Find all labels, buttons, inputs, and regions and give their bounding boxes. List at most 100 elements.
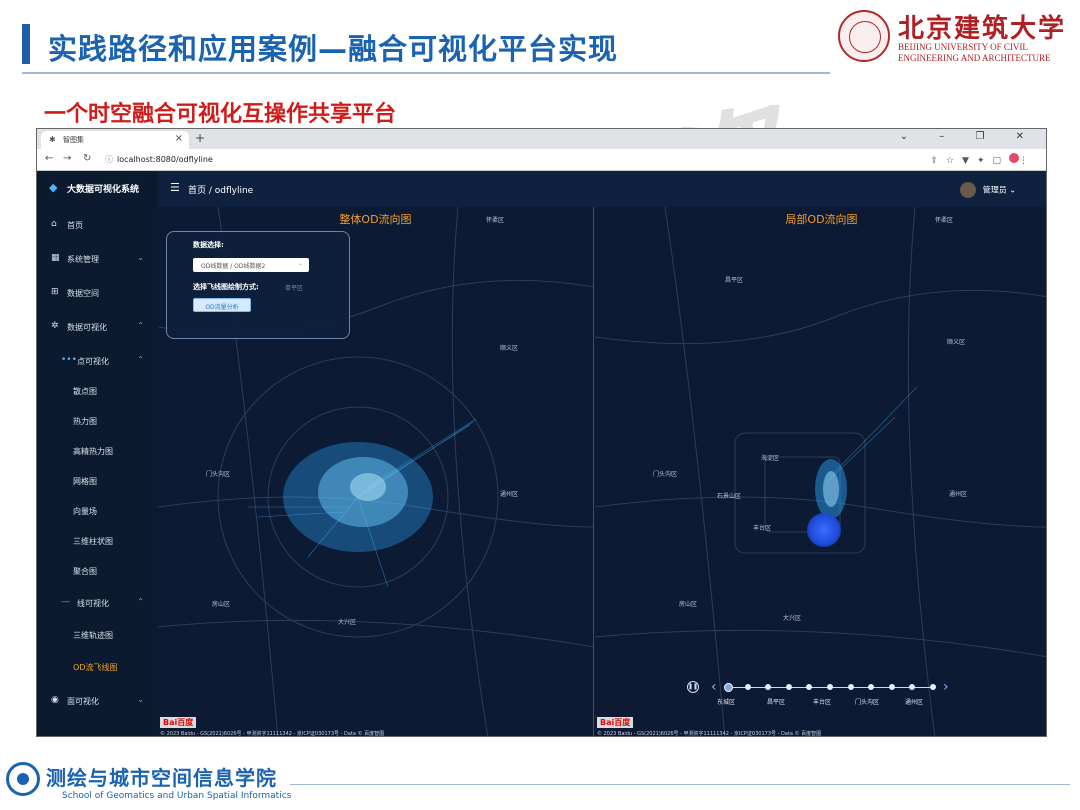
profile-avatar[interactable] xyxy=(1009,153,1019,163)
map-local-od[interactable]: 局部OD流向图 怀柔区 昌平区 顺义区 海淀区 门头沟区 石景山区 通州区 丰台… xyxy=(595,207,1046,736)
university-name-en-2: ENGINEERING AND ARCHITECTURE xyxy=(898,53,1051,63)
browser-tab[interactable]: ✱ 智图集 × xyxy=(41,131,189,149)
brand-title: 大数据可视化系统 xyxy=(67,185,140,195)
menu-label: 点可视化 xyxy=(77,357,109,366)
place-label: 门头沟区 xyxy=(653,471,678,478)
place-label: 大兴区 xyxy=(338,619,357,626)
menu-item-home[interactable]: ⌂ 首页 xyxy=(37,213,158,237)
timeline-label: 昌平区 xyxy=(767,699,786,706)
menu-item-od-flyline[interactable]: OD流飞线图 xyxy=(37,655,158,679)
place-label: 海淀区 xyxy=(761,455,780,462)
data-select-label: 数据选择: xyxy=(193,241,224,249)
menu-item-visualization[interactable]: ✲ 数据可视化 ⌃ xyxy=(37,315,158,339)
site-info-icon[interactable]: ⓘ xyxy=(105,154,113,165)
menu-item-3d-trajectory[interactable]: 三维轨迹图 xyxy=(37,623,158,647)
menu-toggle-icon[interactable]: ☰ xyxy=(170,181,180,194)
user-menu[interactable]: 管理员 ⌄ xyxy=(960,182,1016,198)
menu-label: 线可视化 xyxy=(77,599,109,608)
chevron-left-icon[interactable]: ‹ xyxy=(711,679,717,695)
timeline-step[interactable] xyxy=(909,684,916,690)
back-icon[interactable]: ← xyxy=(45,153,53,164)
grid-icon: ▦ xyxy=(51,253,60,263)
place-label: 昌平区 xyxy=(725,277,744,284)
timeline-step[interactable] xyxy=(744,684,751,690)
university-logo: 北京建筑大学 BEIJING UNIVERSITY OF CIVIL ENGIN… xyxy=(838,8,1070,68)
tab-title: 智图集 xyxy=(63,136,84,144)
menu-item-system[interactable]: ▦ 系统管理 ⌄ xyxy=(37,247,158,271)
place-label: 顺义区 xyxy=(500,345,519,352)
brand-logo-icon: ◆ xyxy=(49,181,58,194)
university-seal-icon xyxy=(838,10,890,62)
menu-label: 数据空间 xyxy=(67,289,99,298)
avatar xyxy=(960,182,977,198)
menu-item-grid[interactable]: 网格图 xyxy=(37,469,158,493)
timeline-step[interactable] xyxy=(930,684,936,690)
timeline-step[interactable] xyxy=(888,684,895,690)
chevron-up-icon: ⌃ xyxy=(137,355,144,364)
menu-item-cluster[interactable]: 聚合图 xyxy=(37,559,158,583)
timeline-step[interactable] xyxy=(847,684,854,690)
visualization-icon: ✲ xyxy=(51,321,59,331)
timeline-label: 丰台区 xyxy=(813,699,832,706)
tab-favicon-icon: ✱ xyxy=(49,135,56,144)
timeline-step[interactable] xyxy=(765,684,772,690)
forward-icon[interactable]: → xyxy=(63,153,71,164)
pointer-highlight xyxy=(807,513,841,547)
timeline-step[interactable] xyxy=(785,684,792,690)
user-name: 管理员 xyxy=(982,185,1007,195)
place-label: 怀柔区 xyxy=(486,217,505,224)
timeline-step[interactable] xyxy=(724,683,733,692)
timeline-label: 门头沟区 xyxy=(855,699,880,706)
timeline-player[interactable]: ❚❚ ‹ › 东城区 昌平区 丰台区 门头沟区 通州区 xyxy=(687,679,957,719)
close-tab-icon[interactable]: × xyxy=(175,133,183,144)
menu-item-heatmap[interactable]: 热力图 xyxy=(37,409,158,433)
chevron-down-icon: ⌄ xyxy=(137,695,144,704)
place-label: 丰台区 xyxy=(753,525,772,532)
place-label: 房山区 xyxy=(212,601,231,608)
url-field[interactable]: localhost:8080/odflyline xyxy=(117,155,213,164)
menu-item-point-vis[interactable]: ••• 点可视化 ⌃ xyxy=(37,349,158,373)
chevron-right-icon[interactable]: › xyxy=(943,679,949,695)
window-controls[interactable]: ⌄ – ❐ ✕ xyxy=(900,131,1038,142)
menu-item-scatter[interactable]: 散点图 xyxy=(37,379,158,403)
browser-toolbar-icons[interactable]: ⇪☆▼✦▢ ⋮ xyxy=(930,153,1036,166)
menu-label: 散点图 xyxy=(73,387,97,396)
menu-item-area-vis[interactable]: ◉ 面可视化 ⌄ xyxy=(37,689,158,713)
map-copyright: © 2023 Baidu - GS(2021)6026号 - 甲测资字11111… xyxy=(160,731,385,737)
timeline-step[interactable] xyxy=(868,684,875,690)
place-label: 大兴区 xyxy=(783,615,802,622)
reload-icon[interactable]: ↻ xyxy=(83,153,91,164)
brand[interactable]: ◆ 大数据可视化系统 xyxy=(37,171,158,207)
menu-item-dataspace[interactable]: ⊞ 数据空间 xyxy=(37,281,158,305)
menu-item-line-vis[interactable]: — 线可视化 ⌃ xyxy=(37,591,158,615)
timeline-step[interactable] xyxy=(806,684,813,690)
place-label: 石景山区 xyxy=(717,493,742,500)
map-title: 整体OD流向图 xyxy=(339,213,412,226)
render-mode-label: 选择飞线图绘制方式: xyxy=(193,283,259,291)
college-logo-icon xyxy=(6,762,40,796)
app-root: ◆ 大数据可视化系统 ⌂ 首页 ▦ 系统管理 ⌄ ⊞ 数据空间 ✲ 数据可视化 … xyxy=(37,171,1046,737)
timeline-label: 东城区 xyxy=(717,699,736,706)
topbar: ☰ 首页 / odflyline 管理员 ⌄ xyxy=(158,171,1046,207)
od-analysis-button[interactable]: OD流量分析 xyxy=(193,298,251,312)
menu-item-3d-bar[interactable]: 三维柱状图 xyxy=(37,529,158,553)
slide-subtitle: 一个时空融合可视化互操作共享平台 xyxy=(44,102,397,127)
browser-tabbar: ✱ 智图集 × + ⌄ – ❐ ✕ xyxy=(37,129,1046,149)
menu-label: OD流飞线图 xyxy=(73,663,118,672)
menu-item-vector-field[interactable]: 向量场 xyxy=(37,499,158,523)
chevron-down-icon: ⌄ xyxy=(137,253,144,262)
data-select[interactable]: OD线数据 / OD线数据2 ⌄ xyxy=(193,258,309,272)
place-label: 通州区 xyxy=(949,491,968,498)
dots-icon: ••• xyxy=(61,355,77,365)
baidu-logo: Bai百度 xyxy=(597,717,634,728)
title-divider xyxy=(22,72,830,74)
timeline-step[interactable] xyxy=(827,684,833,690)
app-screenshot: ✱ 智图集 × + ⌄ – ❐ ✕ ← → ↻ ⓘ localhost:8080… xyxy=(36,128,1047,737)
new-tab-button[interactable]: + xyxy=(195,131,205,145)
breadcrumb[interactable]: 首页 / odflyline xyxy=(188,183,253,196)
pause-icon[interactable]: ❚❚ xyxy=(687,681,699,693)
control-panel: 数据选择: OD线数据 / OD线数据2 ⌄ 选择飞线图绘制方式: 单平区 OD… xyxy=(166,231,350,339)
menu-item-hd-heatmap[interactable]: 高精热力图 xyxy=(37,439,158,463)
place-label: 顺义区 xyxy=(947,339,966,346)
map-overall-od[interactable]: 整体OD流向图 怀柔区 顺义区 门头沟区 通州区 房山区 大兴区 数据选择: O… xyxy=(158,207,594,737)
